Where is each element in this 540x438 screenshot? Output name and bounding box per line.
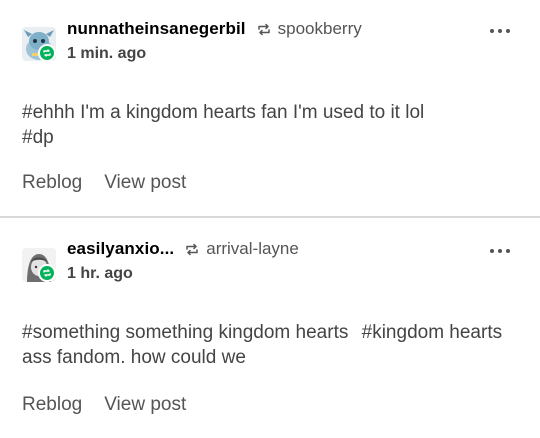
post-card: nunnatheinsanegerbil spookberry 1 min. a… [0, 0, 540, 217]
tag-link[interactable]: #dp [22, 127, 54, 148]
tag-link[interactable]: #ehhh I'm a kingdom hearts fan I'm used … [22, 102, 424, 123]
more-options-icon[interactable] [490, 29, 510, 33]
reblog-button[interactable]: Reblog [22, 172, 82, 194]
source-blog-link[interactable]: arrival-layne [206, 239, 299, 259]
view-post-button[interactable]: View post [104, 394, 186, 416]
timestamp[interactable]: 1 min. ago [67, 45, 146, 63]
post-divider [0, 216, 540, 218]
post-header: nunnatheinsanegerbil spookberry [67, 19, 362, 39]
post-card: easilyanxio... arrival-layne 1 hr. ago #… [0, 219, 540, 438]
source-blog-link[interactable]: spookberry [278, 19, 362, 39]
post-tags: #something something kingdom hearts #kin… [22, 320, 522, 370]
username-link[interactable]: easilyanxio... [67, 239, 174, 259]
reblog-arrow-icon [185, 243, 199, 256]
view-post-button[interactable]: View post [104, 172, 186, 194]
post-tags: #ehhh I'm a kingdom hearts fan I'm used … [22, 100, 522, 150]
timestamp[interactable]: 1 hr. ago [67, 265, 133, 283]
post-actions: Reblog View post [22, 394, 186, 416]
tag-link[interactable]: #something something kingdom hearts [22, 322, 348, 343]
more-options-icon[interactable] [490, 249, 510, 253]
post-header: easilyanxio... arrival-layne [67, 239, 299, 259]
post-actions: Reblog View post [22, 172, 186, 194]
reblog-button[interactable]: Reblog [22, 394, 82, 416]
reblog-badge-icon [38, 264, 56, 282]
username-link[interactable]: nunnatheinsanegerbil [67, 19, 246, 39]
reblog-badge-icon [38, 44, 56, 62]
reblog-arrow-icon [257, 23, 271, 36]
